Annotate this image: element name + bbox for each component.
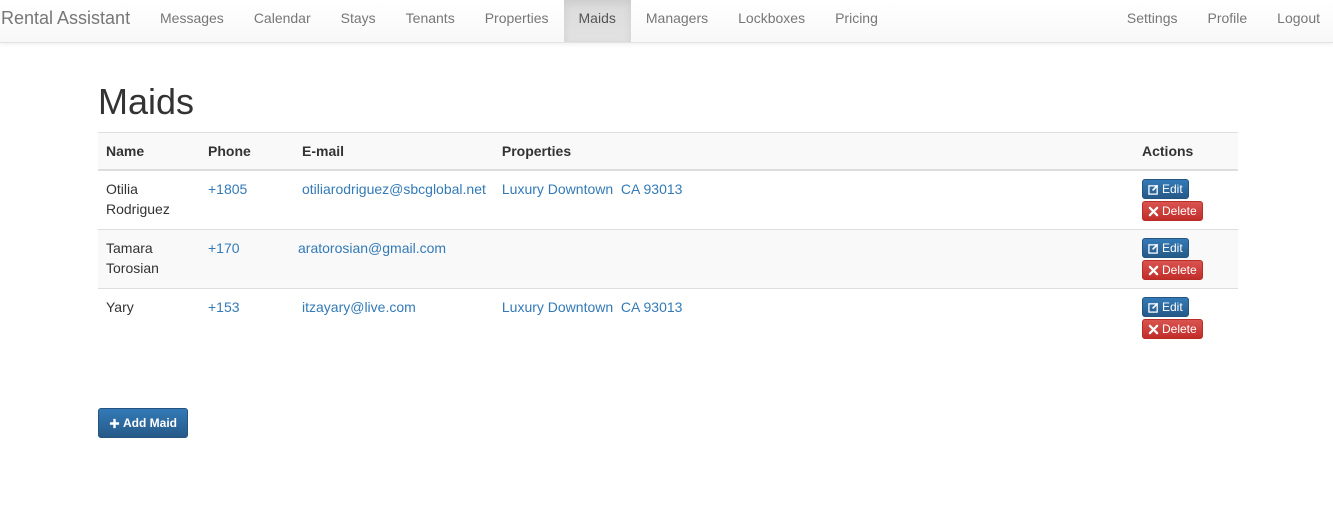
maid-actions-cell: Edit Delete: [1134, 229, 1238, 289]
delete-label: Delete: [1162, 263, 1197, 277]
nav-tenants[interactable]: Tenants: [391, 0, 470, 42]
maid-phone-link[interactable]: +1805: [208, 181, 247, 197]
maid-phone-link[interactable]: +153: [208, 299, 240, 315]
table-row: Otilia Rodriguez +1805 otiliarodriguez@s…: [98, 169, 1238, 230]
maid-email-cell: aratorosian@gmail.com: [294, 229, 494, 289]
edit-button[interactable]: Edit: [1142, 179, 1189, 199]
table-header-row: Name Phone E-mail Properties Actions: [98, 132, 1238, 171]
maid-email-link[interactable]: itzayary@live.com: [302, 299, 416, 315]
delete-button[interactable]: Delete: [1142, 319, 1203, 339]
nav-properties[interactable]: Properties: [470, 0, 564, 42]
nav-right: Settings Profile Logout: [1112, 0, 1333, 42]
delete-label: Delete: [1162, 322, 1197, 336]
maids-table: Name Phone E-mail Properties Actions Oti…: [98, 132, 1238, 347]
maid-property-link[interactable]: Luxury Downtown CA 93013: [502, 299, 683, 315]
delete-button[interactable]: Delete: [1142, 201, 1203, 221]
nav-left: Messages Calendar Stays Tenants Properti…: [145, 0, 893, 42]
brand-link[interactable]: Rental Assistant: [1, 0, 130, 42]
maid-phone-cell: +170: [200, 229, 294, 289]
nav-calendar[interactable]: Calendar: [239, 0, 326, 42]
maid-email-link[interactable]: aratorosian@gmail.com: [298, 240, 446, 256]
page-title: Maids: [98, 81, 195, 122]
delete-label: Delete: [1162, 204, 1197, 218]
edit-icon: [1148, 302, 1159, 313]
nav-messages[interactable]: Messages: [145, 0, 239, 42]
nav-pricing[interactable]: Pricing: [820, 0, 893, 42]
maid-email-cell: itzayary@live.com: [294, 288, 494, 347]
edit-label: Edit: [1162, 182, 1183, 196]
add-maid-button[interactable]: Add Maid: [98, 408, 188, 438]
header-email: E-mail: [294, 132, 494, 171]
nav-lockboxes[interactable]: Lockboxes: [723, 0, 820, 42]
maid-name: Tamara Torosian: [98, 229, 200, 289]
header-properties: Properties: [493, 132, 1134, 171]
add-maid-label: Add Maid: [123, 416, 177, 430]
navbar: Rental Assistant Messages Calendar Stays…: [0, 0, 1333, 43]
maid-email-link[interactable]: otiliarodriguez@sbcglobal.net: [302, 181, 486, 197]
remove-icon: [1148, 265, 1159, 276]
maid-properties-cell: [493, 229, 1134, 289]
edit-label: Edit: [1162, 241, 1183, 255]
edit-icon: [1148, 243, 1159, 254]
header-phone: Phone: [200, 132, 294, 171]
maid-phone-cell: +1805: [200, 169, 294, 230]
header-name: Name: [98, 132, 200, 171]
nav-settings[interactable]: Settings: [1112, 0, 1193, 42]
maid-name: Yary: [98, 288, 200, 347]
nav-logout[interactable]: Logout: [1262, 0, 1333, 42]
nav-profile[interactable]: Profile: [1192, 0, 1262, 42]
delete-button[interactable]: Delete: [1142, 260, 1203, 280]
edit-label: Edit: [1162, 300, 1183, 314]
maid-phone-cell: +153: [200, 288, 294, 347]
maid-actions-cell: Edit Delete: [1134, 169, 1238, 230]
maid-property-link[interactable]: Luxury Downtown CA 93013: [502, 181, 683, 197]
maid-name: Otilia Rodriguez: [98, 169, 200, 230]
maid-actions-cell: Edit Delete: [1134, 288, 1238, 347]
plus-icon: [109, 418, 120, 429]
table-row: Yary +153 itzayary@live.com Luxury Downt…: [98, 288, 1238, 347]
table-row: Tamara Torosian +170 aratorosian@gmail.c…: [98, 229, 1238, 289]
edit-icon: [1148, 184, 1159, 195]
remove-icon: [1148, 324, 1159, 335]
maid-email-cell: otiliarodriguez@sbcglobal.net: [294, 169, 494, 230]
nav-stays[interactable]: Stays: [326, 0, 391, 42]
nav-maids[interactable]: Maids: [563, 0, 631, 42]
header-actions: Actions: [1134, 132, 1238, 171]
maid-phone-link[interactable]: +170: [208, 240, 240, 256]
maid-properties-cell: Luxury Downtown CA 93013: [493, 169, 1134, 230]
maid-properties-cell: Luxury Downtown CA 93013: [493, 288, 1134, 347]
nav-managers[interactable]: Managers: [631, 0, 723, 42]
edit-button[interactable]: Edit: [1142, 297, 1189, 317]
edit-button[interactable]: Edit: [1142, 238, 1189, 258]
remove-icon: [1148, 206, 1159, 217]
